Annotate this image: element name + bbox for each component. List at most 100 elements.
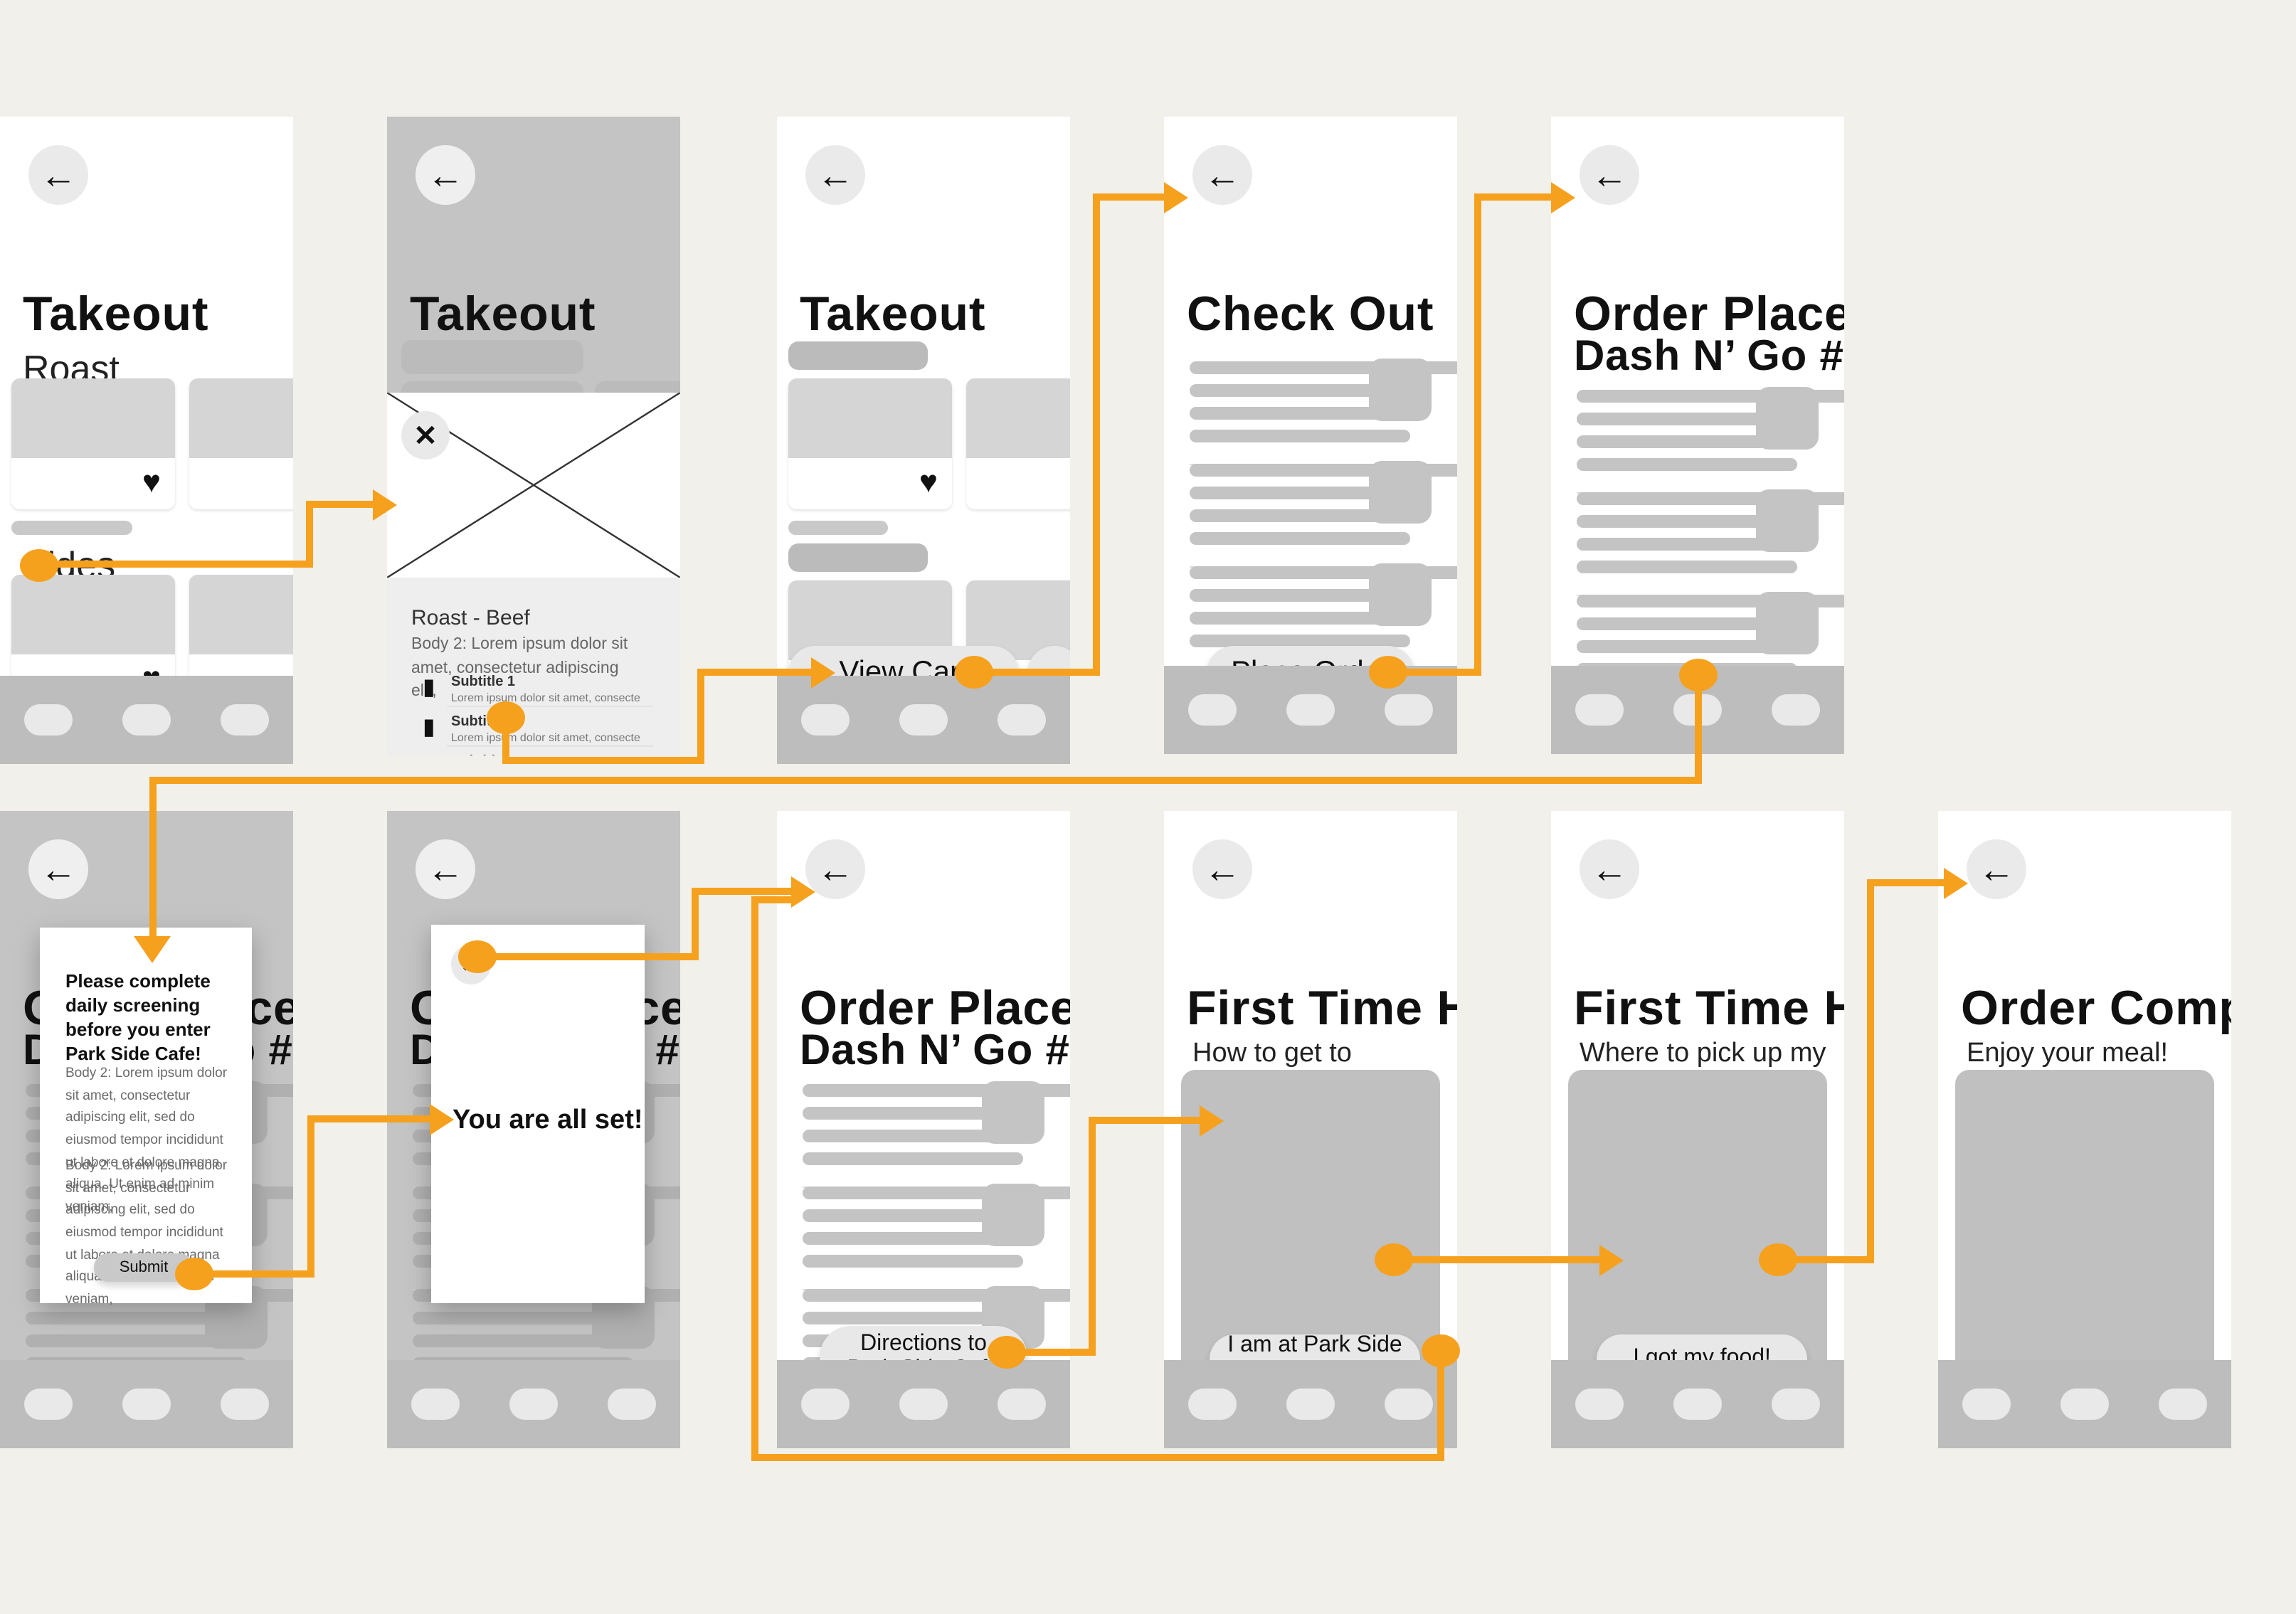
- line-item-thumbnail: [982, 1081, 1044, 1144]
- navbar-dot[interactable]: [1188, 1389, 1237, 1420]
- page-title: Order Complete: [1961, 982, 2231, 1036]
- flow-line: [1089, 1117, 1096, 1356]
- flow-line: [307, 1115, 433, 1122]
- navbar-dot[interactable]: [2158, 1389, 2207, 1420]
- line-item-thumbnail: [1756, 489, 1819, 552]
- line-item-thumbnail: [1369, 461, 1432, 524]
- back-icon[interactable]: ←: [1967, 839, 2026, 899]
- navbar-dot[interactable]: [801, 1389, 850, 1420]
- navbar-dot[interactable]: [1384, 694, 1433, 726]
- navbar-dot[interactable]: [24, 704, 73, 736]
- navbar-dot[interactable]: [1384, 1389, 1433, 1420]
- navbar-dot[interactable]: [509, 1389, 558, 1420]
- close-icon[interactable]: ✕: [401, 411, 450, 460]
- flow-line: [149, 777, 1702, 784]
- navbar-dot[interactable]: [1188, 694, 1237, 726]
- menu-tile[interactable]: [189, 378, 293, 509]
- back-icon[interactable]: ←: [1580, 145, 1639, 205]
- page-title: Takeout: [23, 287, 209, 341]
- line-item-thumbnail: [1756, 592, 1819, 654]
- system-navbar: [0, 676, 293, 764]
- flow-arrow: [1944, 868, 1968, 899]
- favorite-heart-icon[interactable]: ♥: [142, 466, 161, 498]
- item-detail-panel: Roast - Beef Body 2: Lorem ipsum dolor s…: [387, 578, 680, 755]
- navbar-dot[interactable]: [1286, 1389, 1335, 1420]
- navbar-dot[interactable]: [801, 704, 850, 736]
- flow-line: [1393, 1256, 1602, 1263]
- tile-caption-placeholder: [788, 521, 888, 535]
- system-navbar: [1164, 666, 1457, 754]
- navbar-dot[interactable]: [220, 1389, 269, 1420]
- navbar-dot[interactable]: [2060, 1389, 2109, 1420]
- flow-line: [38, 561, 313, 568]
- screen-takeout-browse: ← Takeout Roast ♥ Sides ♥ Coffee: [0, 117, 293, 764]
- system-navbar: [1551, 1360, 1844, 1448]
- flow-line: [1474, 193, 1481, 676]
- back-icon[interactable]: ←: [28, 145, 88, 205]
- flow-arrow: [134, 936, 171, 963]
- option-title: Subtitle 1: [451, 674, 516, 690]
- flow-line: [697, 669, 704, 764]
- navbar-dot[interactable]: [607, 1389, 656, 1420]
- flow-arrow: [1200, 1105, 1224, 1137]
- order-line-item: [1190, 359, 1457, 467]
- navbar-dot[interactable]: [1962, 1389, 2011, 1420]
- order-line-item: [803, 1081, 1070, 1189]
- back-icon[interactable]: ←: [1580, 839, 1639, 899]
- navbar-dot[interactable]: [122, 1389, 171, 1420]
- order-line-item: [1190, 461, 1457, 569]
- navbar-dot[interactable]: [1673, 1389, 1722, 1420]
- dialog-paragraph-2: Body 2: Lorem ipsum dolor sit amet, cons…: [65, 1158, 228, 1308]
- favorite-heart-icon[interactable]: ♥: [919, 466, 938, 498]
- flow-line: [1006, 1349, 1094, 1356]
- navbar-dot[interactable]: [220, 704, 269, 736]
- system-navbar: [777, 676, 1070, 764]
- tile-footer: [189, 458, 293, 509]
- line-item-thumbnail: [1756, 387, 1819, 450]
- page-title: First Time Here?: [1574, 982, 1844, 1036]
- line-item-thumbnail: [1369, 563, 1432, 626]
- tile-footer: [966, 458, 1070, 509]
- navbar-dot[interactable]: [899, 1389, 948, 1420]
- flow-line: [1777, 1256, 1874, 1263]
- back-icon[interactable]: ←: [416, 145, 475, 205]
- flow-line: [306, 501, 373, 508]
- screen-order-complete: ← Order Complete Enjoy your meal! Dash N…: [1938, 811, 2231, 1448]
- navbar-dot[interactable]: [899, 704, 948, 736]
- navbar-dot[interactable]: [24, 1389, 73, 1420]
- option-divider: [447, 706, 653, 707]
- menu-tile[interactable]: [966, 378, 1070, 509]
- all-set-dialog: ✕ You are all set!: [431, 925, 645, 1303]
- dialog-heading: Please complete daily screening before y…: [65, 970, 211, 1064]
- page-title: Check Out: [1187, 287, 1434, 341]
- menu-tile[interactable]: ♥: [788, 378, 952, 509]
- line-item-thumbnail: [1369, 359, 1432, 421]
- back-icon[interactable]: ←: [1192, 839, 1252, 899]
- menu-tile[interactable]: ♥: [11, 378, 175, 509]
- navbar-dot[interactable]: [1575, 694, 1624, 726]
- flow-line: [697, 669, 814, 676]
- navbar-dot[interactable]: [1771, 1389, 1820, 1420]
- order-line-item: [1577, 489, 1844, 598]
- system-navbar: [777, 1360, 1070, 1448]
- page-title: Takeout: [800, 287, 986, 341]
- search-placeholder: [401, 340, 583, 374]
- navbar-dot[interactable]: [997, 1389, 1046, 1420]
- navbar-dot[interactable]: [1286, 694, 1335, 726]
- navbar-dot[interactable]: [411, 1389, 460, 1420]
- back-icon[interactable]: ←: [416, 839, 475, 899]
- back-icon[interactable]: ←: [805, 145, 865, 205]
- order-line-item: [1577, 387, 1844, 495]
- navbar-dot[interactable]: [1771, 694, 1820, 726]
- section-placeholder: [788, 341, 928, 370]
- flow-line: [1093, 193, 1100, 676]
- back-icon[interactable]: ←: [1192, 145, 1252, 205]
- navbar-dot[interactable]: [997, 704, 1046, 736]
- back-icon[interactable]: ←: [28, 839, 88, 899]
- navbar-dot[interactable]: [122, 704, 171, 736]
- line-item-thumbnail: [982, 1184, 1044, 1246]
- option-subtitle: Lorem ipsum dolor sit amet, consecte: [451, 691, 640, 704]
- system-navbar: [1938, 1360, 2231, 1448]
- navbar-dot[interactable]: [1575, 1389, 1624, 1420]
- flow-arrow: [811, 657, 835, 689]
